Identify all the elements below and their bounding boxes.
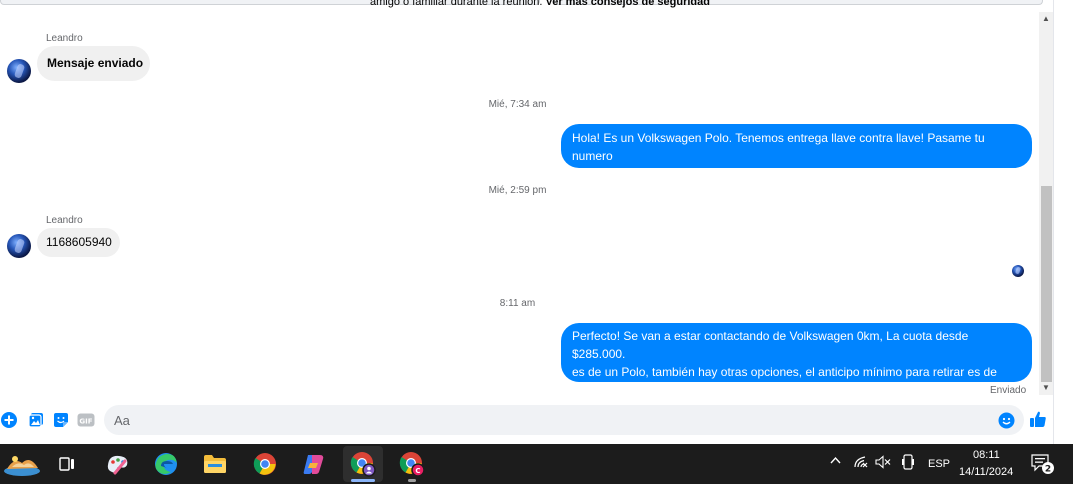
right-gutter <box>1053 0 1073 444</box>
task-view-icon[interactable] <box>47 446 87 482</box>
seen-receipt-avatar <box>1012 265 1024 277</box>
incoming-message-bubble[interactable]: Mensaje enviado <box>37 46 150 81</box>
sticker-icon[interactable] <box>52 411 70 429</box>
outgoing-message-bubble[interactable]: Perfecto! Se van a estar contactando de … <box>561 323 1032 397</box>
chrome-icon[interactable] <box>245 446 285 482</box>
paint-icon[interactable] <box>98 446 138 482</box>
scroll-up-arrow-icon[interactable]: ▲ <box>1039 12 1053 26</box>
svg-text:C: C <box>415 467 420 475</box>
message-input-wrapper <box>104 405 1024 435</box>
clock-date[interactable]: 14/11/2024 <box>959 466 1013 478</box>
chrome-profile-2-icon[interactable]: C <box>392 446 432 482</box>
delivery-status: Enviado <box>990 385 1027 396</box>
like-icon[interactable] <box>1028 409 1048 429</box>
message-timestamp: 8:11 am <box>499 298 536 309</box>
notification-icon[interactable]: 2 <box>1031 453 1055 478</box>
gif-label: GIF <box>79 418 92 426</box>
scroll-thumb[interactable] <box>1041 186 1052 382</box>
chrome-profile-1-icon[interactable] <box>343 446 383 482</box>
file-explorer-icon[interactable] <box>195 446 235 482</box>
copilot-icon[interactable] <box>294 446 334 482</box>
chevron-up-icon[interactable] <box>829 454 842 470</box>
message-input[interactable] <box>114 405 984 435</box>
message-line: es de un Polo, también hay otras opcione… <box>572 365 997 379</box>
widgets-icon[interactable] <box>0 446 44 482</box>
language-indicator[interactable]: ESP <box>928 458 950 470</box>
message-thread: Leandro Mensaje enviado Mié, 7:34 am Hol… <box>0 0 1043 400</box>
volume-muted-icon[interactable] <box>875 455 891 472</box>
device-icon[interactable] <box>901 454 915 473</box>
thread-scrollbar[interactable]: ▲ ▼ <box>1039 12 1053 395</box>
message-timestamp: Mié, 2:59 pm <box>488 185 547 196</box>
edge-icon[interactable] <box>146 446 186 482</box>
message-line: $7.182.000. Cuándo podes hablar? A la ma… <box>572 383 900 397</box>
photo-icon[interactable] <box>27 411 45 429</box>
message-line: Hola! Es un Volkswagen Polo. Tenemos ent… <box>572 131 985 163</box>
message-timestamp: Mié, 7:34 am <box>488 99 547 110</box>
emoji-icon[interactable] <box>997 411 1015 429</box>
outgoing-message-bubble[interactable]: Hola! Es un Volkswagen Polo. Tenemos ent… <box>561 124 1032 181</box>
message-line: Perfecto! Se van a estar contactando de … <box>572 329 969 361</box>
incoming-message-bubble[interactable]: 1168605940 <box>37 228 120 257</box>
message-line: asi te mando mas opciones. <box>572 167 722 181</box>
wifi-icon[interactable] <box>853 455 869 472</box>
clock-time[interactable]: 08:11 <box>973 449 1000 461</box>
sender-name: Leandro <box>46 215 83 226</box>
gif-icon[interactable]: GIF <box>77 411 95 429</box>
scroll-down-arrow-icon[interactable]: ▼ <box>1039 381 1053 395</box>
plus-icon[interactable] <box>0 411 18 429</box>
sender-name: Leandro <box>46 33 83 44</box>
contact-avatar[interactable] <box>7 234 31 258</box>
contact-avatar[interactable] <box>7 59 31 83</box>
notification-count: 2 <box>1045 465 1051 475</box>
message-composer: GIF <box>0 403 1053 439</box>
windows-taskbar: C ESP 08:11 14/11/2024 2 <box>0 444 1073 484</box>
